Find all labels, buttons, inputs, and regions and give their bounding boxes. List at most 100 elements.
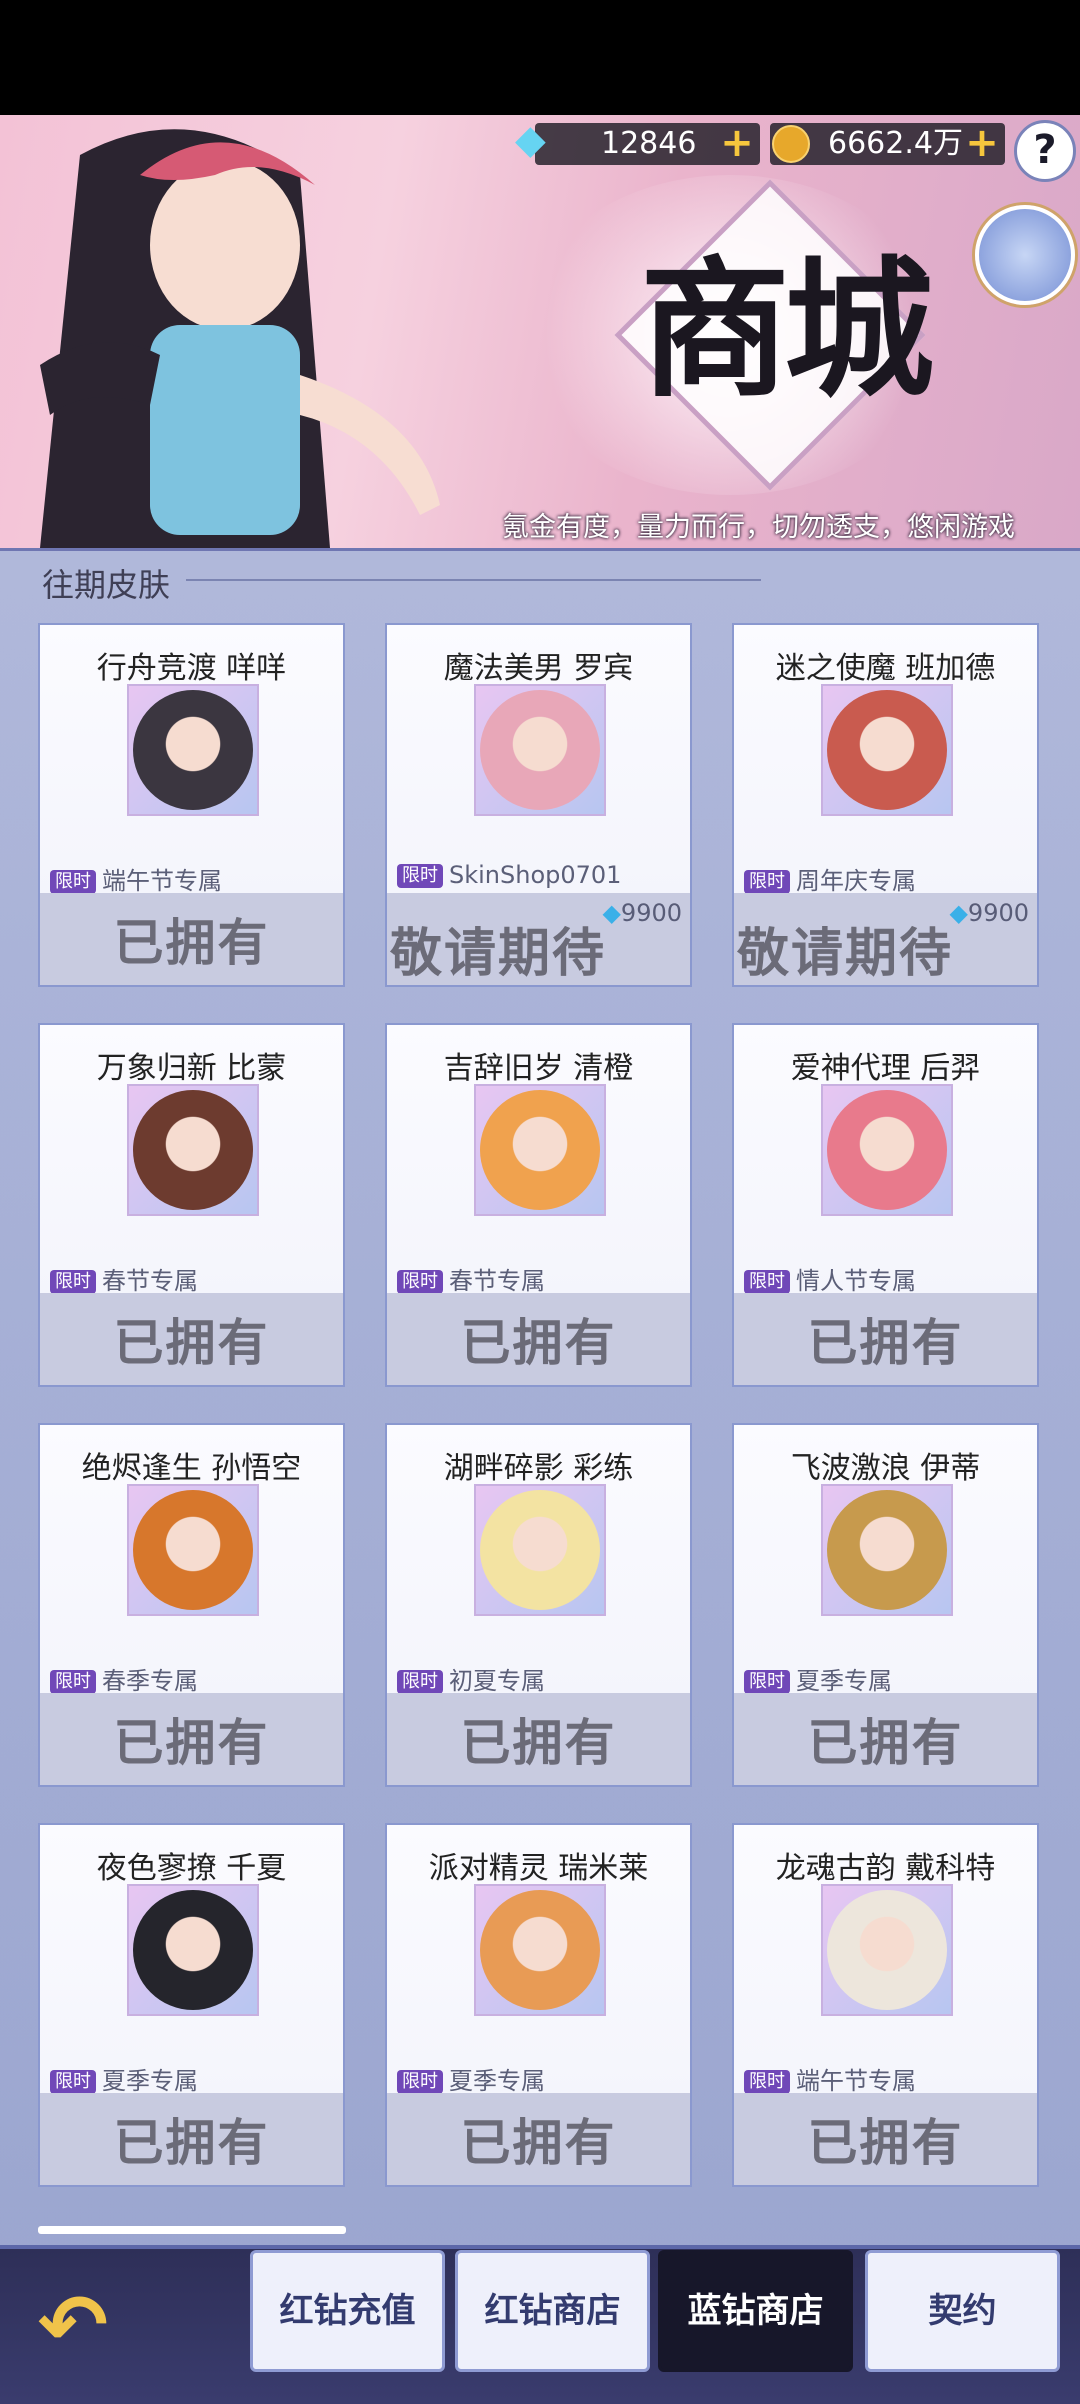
skin-status: 已拥有 — [807, 1313, 964, 1372]
skin-card[interactable]: 行舟竞渡 咩咩 限时 端午节专属 已拥有 — [38, 623, 345, 987]
skin-card[interactable]: 万象归新 比蒙限时 春节专属已拥有 — [38, 1023, 345, 1387]
skin-card[interactable]: 派对精灵 瑞米莱限时 夏季专属已拥有 — [385, 1823, 692, 2187]
portrait-face — [133, 1090, 253, 1210]
skin-name: 魔法美男 罗宾 — [443, 651, 634, 686]
limited-badge: 限时 — [50, 870, 96, 894]
skin-status: 已拥有 — [460, 1313, 617, 1372]
shop-banner: 商城 氪金有度，量力而行，切勿透支，悠闲游戏 — [0, 115, 1080, 551]
section-title: 往期皮肤 — [42, 566, 171, 604]
limited-badge: 限时 — [744, 1270, 790, 1294]
skin-name: 迷之使魔 班加德 — [775, 651, 996, 686]
portrait-face — [480, 1890, 600, 2010]
skin-name: 万象归新 比蒙 — [96, 1051, 287, 1086]
limited-badge: 限时 — [397, 864, 443, 888]
skin-tag: 限时 春季专属 — [50, 1661, 198, 1695]
heroine-illustration — [40, 129, 440, 548]
skin-name: 爱神代理 后羿 — [790, 1051, 981, 1086]
skin-status: 已拥有 — [113, 1713, 270, 1772]
skin-status: 已拥有 — [460, 1713, 617, 1772]
skin-status: 已拥有 — [460, 2113, 617, 2172]
skin-card[interactable]: 龙魂古韵 戴科特 限时 端午节专属 已拥有 — [732, 1823, 1039, 2187]
skin-tag-label: 春节专属 — [102, 1267, 198, 1295]
skin-tag: 限时 夏季专属 — [744, 1661, 892, 1695]
skin-name: 吉辞旧岁 清橙 — [443, 1051, 634, 1086]
skin-status: 已拥有 — [113, 2113, 270, 2172]
skin-portrait — [127, 1084, 259, 1216]
skin-card[interactable]: 魔法美男 罗宾 限时 SkinShop0701 ◆9900 敬请期待 — [385, 623, 692, 987]
skin-tag: 限时 春节专属 — [397, 1261, 545, 1295]
skin-tag: 限时 端午节专属 — [744, 2061, 916, 2095]
diamond-balance: ◆ 12846 + — [515, 119, 760, 165]
skin-portrait — [474, 1084, 606, 1216]
skin-name: 夜色寥撩 千夏 — [96, 1851, 287, 1886]
skin-tag-label: SkinShop0701 — [449, 861, 622, 889]
skin-tag-label: 春节专属 — [449, 1267, 545, 1295]
skin-tag-label: 周年庆专属 — [796, 867, 916, 895]
tab-contract[interactable]: 契约 — [865, 2250, 1060, 2372]
skin-card[interactable]: 绝烬逢生 孙悟空 限时 春季专属 已拥有 — [38, 1423, 345, 1787]
skin-card[interactable]: 飞波激浪 伊蒂限时 夏季专属已拥有 — [732, 1423, 1039, 1787]
skin-tag-label: 夏季专属 — [102, 2067, 198, 2095]
portrait-face — [827, 1890, 947, 2010]
skin-tag-label: 夏季专属 — [796, 1667, 892, 1695]
skin-portrait — [821, 1084, 953, 1216]
skin-tag: 限时 夏季专属 — [397, 2061, 545, 2095]
diamond-icon: ◆ — [515, 117, 546, 163]
skin-tag: 限时 端午节专属 — [50, 861, 222, 895]
skin-tag-label: 端午节专属 — [102, 867, 222, 895]
help-button[interactable]: ? — [1014, 120, 1076, 182]
skin-status: 已拥有 — [113, 1313, 270, 1372]
skin-status: 已拥有 — [807, 1713, 964, 1772]
skin-status: 已拥有 — [113, 913, 270, 972]
banner-slogan: 氪金有度，量力而行，切勿透支，悠闲游戏 — [502, 512, 1015, 543]
limited-badge: 限时 — [397, 2070, 443, 2094]
skin-name: 龙魂古韵 戴科特 — [775, 1851, 996, 1886]
skin-portrait — [474, 684, 606, 816]
skin-tag: 限时 初夏专属 — [397, 1661, 545, 1695]
portrait-face — [480, 1090, 600, 1210]
back-arrow-icon[interactable]: ↶ — [28, 2280, 118, 2370]
limited-badge: 限时 — [50, 1670, 96, 1694]
portrait-face — [480, 690, 600, 810]
skin-portrait — [474, 1884, 606, 2016]
limited-badge: 限时 — [397, 1270, 443, 1294]
skin-portrait — [821, 684, 953, 816]
character-avatar-button[interactable] — [975, 205, 1075, 305]
skin-tag-label: 端午节专属 — [796, 2067, 916, 2095]
skin-status: 敬请期待 — [737, 923, 954, 984]
skin-portrait — [474, 1484, 606, 1616]
skin-tag-label: 情人节专属 — [796, 1267, 916, 1295]
coin-balance: 6662.4万 + — [770, 123, 1005, 165]
skin-card[interactable]: 湖畔碎影 彩练限时 初夏专属已拥有 — [385, 1423, 692, 1787]
skin-card[interactable]: 夜色寥撩 千夏限时 夏季专属已拥有 — [38, 1823, 345, 2187]
portrait-face — [827, 1090, 947, 1210]
shop-logo: 商城 — [640, 242, 934, 418]
limited-badge: 限时 — [50, 1270, 96, 1294]
skin-tag: 限时 周年庆专属 — [744, 861, 916, 895]
skin-tag: 限时 夏季专属 — [50, 2061, 198, 2095]
portrait-face — [827, 1490, 947, 1610]
tab-blue-diamond-shop[interactable]: 蓝钻商店 — [658, 2250, 853, 2372]
skin-card[interactable]: 吉辞旧岁 清橙限时 春节专属已拥有 — [385, 1023, 692, 1387]
diamond-count: 12846 — [601, 126, 697, 161]
limited-badge: 限时 — [744, 1670, 790, 1694]
limited-badge: 限时 — [50, 2070, 96, 2094]
next-row-edge — [38, 2226, 346, 2234]
skin-tag: 限时 情人节专属 — [744, 1261, 916, 1295]
add-diamonds-button[interactable]: + — [720, 123, 754, 163]
tab-red-diamond-recharge[interactable]: 红钻充值 — [250, 2250, 445, 2372]
skin-tag-label: 夏季专属 — [449, 2067, 545, 2095]
coin-icon — [772, 125, 810, 163]
skin-tag-label: 春季专属 — [102, 1667, 198, 1695]
skin-name: 派对精灵 瑞米莱 — [428, 1851, 649, 1886]
skin-card[interactable]: 爱神代理 后羿限时 情人节专属已拥有 — [732, 1023, 1039, 1387]
skin-name: 飞波激浪 伊蒂 — [790, 1451, 981, 1486]
skin-portrait — [127, 684, 259, 816]
skin-portrait — [127, 1484, 259, 1616]
tab-red-diamond-shop[interactable]: 红钻商店 — [455, 2250, 650, 2372]
skin-name: 湖畔碎影 彩练 — [443, 1451, 634, 1486]
skin-portrait — [127, 1884, 259, 2016]
add-coins-button[interactable]: + — [965, 123, 999, 163]
limited-badge: 限时 — [744, 870, 790, 894]
skin-card[interactable]: 迷之使魔 班加德 限时 周年庆专属 ◆9900 敬请期待 — [732, 623, 1039, 987]
